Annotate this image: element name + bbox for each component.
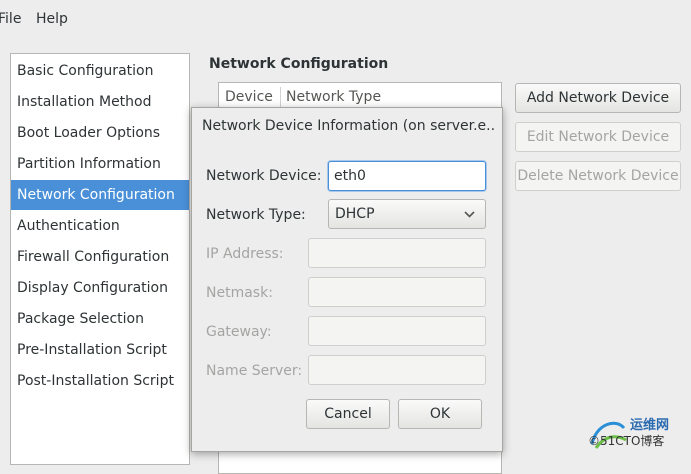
sidebar-item-firewall-configuration[interactable]: Firewall Configuration [11,242,189,272]
menu-help[interactable]: Help [36,11,68,27]
network-device-dialog: Network Device Information (on server.e.… [191,107,503,452]
network-type-value: DHCP [335,206,375,222]
network-device-input[interactable]: eth0 [328,161,486,191]
network-type-select[interactable]: DHCP [328,199,486,229]
name-server-label: Name Server: [206,363,303,379]
menu-bar: File Help [0,0,691,40]
column-header-device[interactable]: Device [225,89,273,105]
watermark-text: 运维网 [630,418,670,433]
cancel-button[interactable]: Cancel [306,399,390,429]
sidebar-item-basic-configuration[interactable]: Basic Configuration [11,56,189,86]
sidebar-item-display-configuration[interactable]: Display Configuration [11,273,189,303]
page-title: Network Configuration [209,56,389,72]
network-device-label: Network Device: [206,168,322,184]
sidebar-item-installation-method[interactable]: Installation Method [11,87,189,117]
ip-address-input[interactable] [308,238,486,268]
sidebar-item-post-installation-script[interactable]: Post-Installation Script [11,366,189,396]
sidebar-item-network-configuration[interactable]: Network Configuration [11,180,189,210]
gateway-label: Gateway: [206,324,272,340]
ok-button[interactable]: OK [398,399,482,429]
sidebar-item-boot-loader-options[interactable]: Boot Loader Options [11,118,189,148]
sidebar: Basic Configuration Installation Method … [10,53,190,465]
dialog-title: Network Device Information (on server.e.… [202,118,494,134]
watermark-caption: ©51CTO博客 [588,434,665,448]
column-header-network-type[interactable]: Network Type [286,89,381,105]
ip-address-label: IP Address: [206,246,284,262]
netmask-input[interactable] [308,277,486,307]
gateway-input[interactable] [308,316,486,346]
add-network-device-button[interactable]: Add Network Device [515,83,681,113]
sidebar-item-package-selection[interactable]: Package Selection [11,304,189,334]
network-type-label: Network Type: [206,207,306,223]
sidebar-item-pre-installation-script[interactable]: Pre-Installation Script [11,335,189,365]
delete-network-device-button[interactable]: Delete Network Device [515,161,681,191]
chevron-down-icon [464,200,475,239]
name-server-input[interactable] [308,355,486,385]
sidebar-item-authentication[interactable]: Authentication [11,211,189,241]
edit-network-device-button[interactable]: Edit Network Device [515,122,681,152]
sidebar-item-partition-information[interactable]: Partition Information [11,149,189,179]
netmask-label: Netmask: [206,285,273,301]
menu-file[interactable]: File [0,11,21,27]
